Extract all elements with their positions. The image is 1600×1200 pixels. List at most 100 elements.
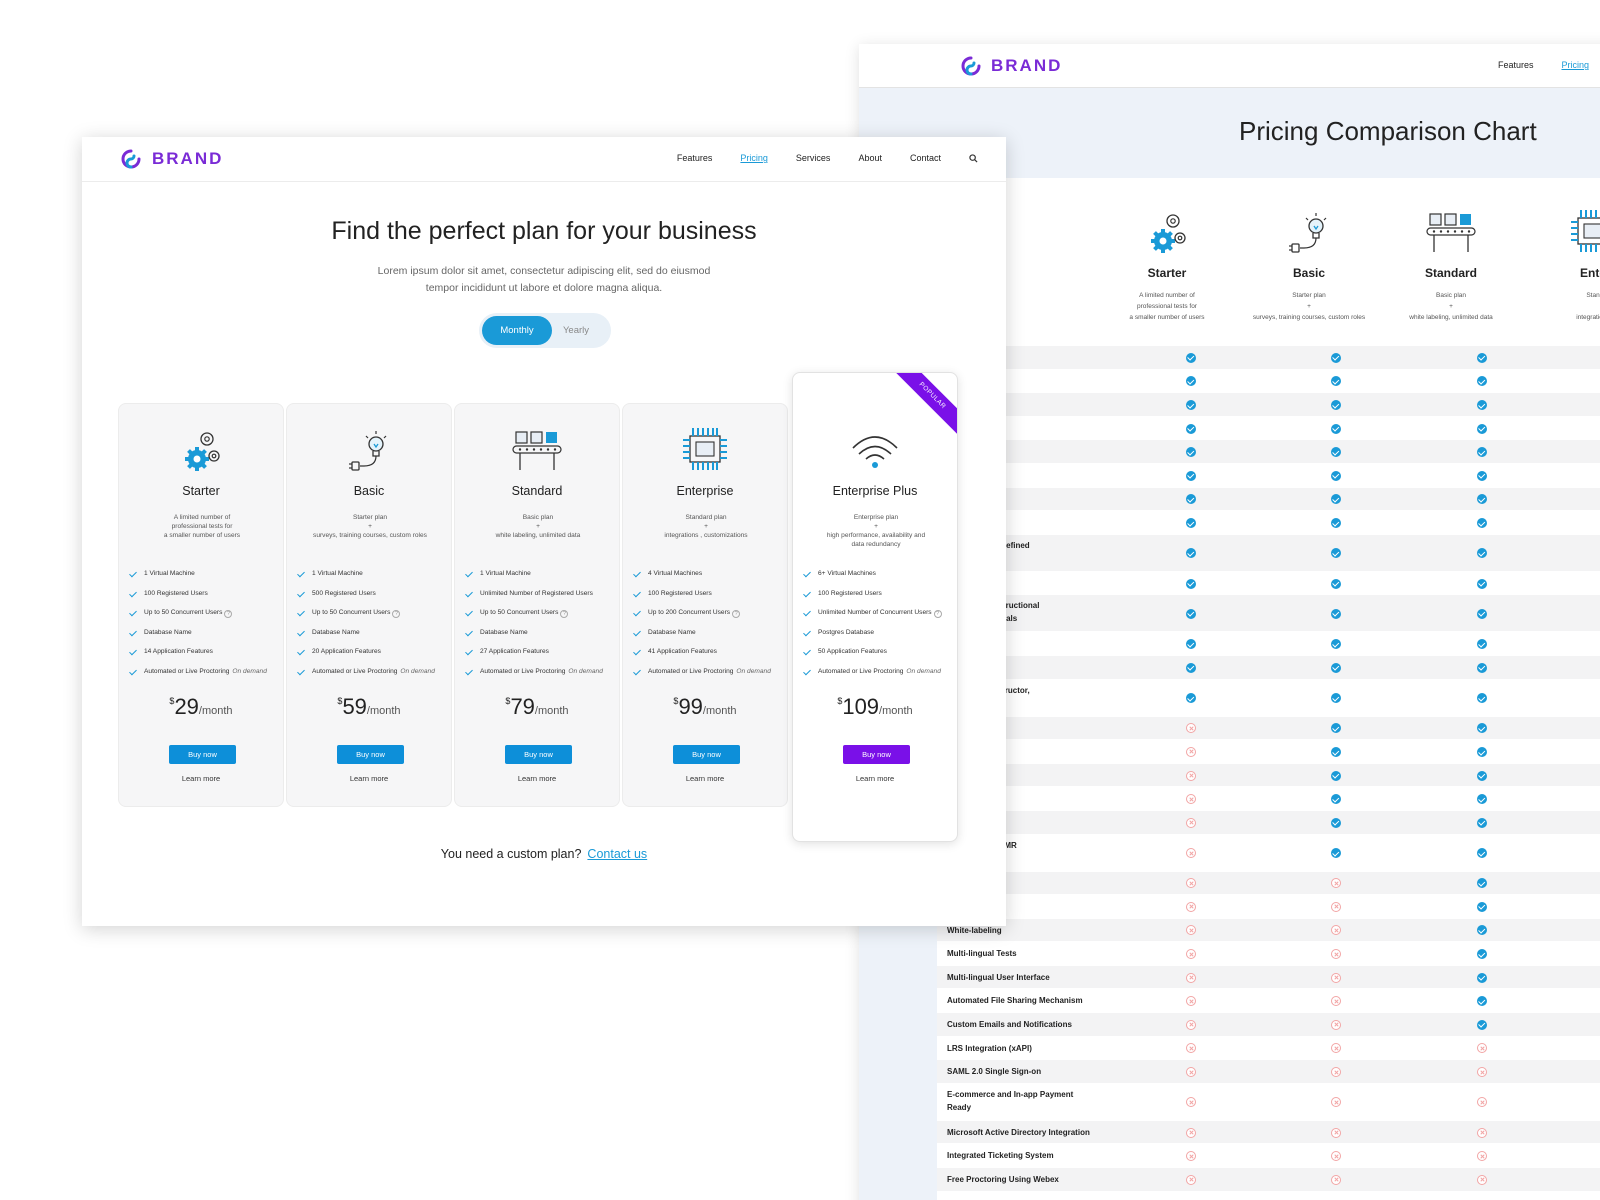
comparison-row [937,740,1600,764]
check-icon [803,608,811,617]
buy-now-button[interactable]: Buy now [505,745,572,764]
lightbulb-icon [287,426,451,476]
help-icon[interactable]: ? [392,610,401,618]
feature-item: 100 Registered Users [633,589,783,609]
cross-circle-icon [1186,1151,1196,1162]
feature-label: SAML 2.0 Single Sign-on [947,1067,1042,1077]
feature-item: Up to 50 Concurrent Users? [129,608,279,628]
check-icon [633,667,641,675]
nav-features[interactable]: Features [677,153,713,163]
cross-circle-icon [1186,1019,1196,1030]
check-circle-icon [1331,494,1341,505]
brand-name: BRAND [152,149,224,168]
learn-more-link[interactable]: Learn more [287,774,451,783]
comparison-plan-description: A limited number of professional tests fo… [1129,292,1205,322]
check-circle-icon [1186,548,1196,559]
nav-services[interactable]: Services [796,153,831,163]
comparison-row: ler [937,871,1600,896]
hero-subtitle-line: Lorem ipsum dolor sit amet, consectetur … [377,265,711,277]
buy-now-button[interactable]: Buy now [673,745,740,764]
learn-more-link[interactable]: Learn more [623,774,787,783]
chip-icon [1523,208,1600,254]
feature-item: 4 Virtual Machines [633,569,783,589]
comparison-row: Reports [937,810,1600,835]
check-circle-icon [1477,639,1487,650]
feature-item: Automated or Live Proctoring On demand [297,667,447,687]
brand-logo[interactable]: BRAND [960,55,1062,77]
cross-circle-icon [1186,848,1196,858]
check-circle-icon [1331,548,1341,559]
cross-circle-icon [1186,878,1196,889]
check-icon [803,667,811,675]
plan-description: Standard plan + integrations , customizati… [664,514,748,539]
help-icon[interactable]: ? [732,610,741,618]
cross-circle-icon [1331,1174,1341,1185]
pricing-header: BRAND Features Pricing Services About Co… [82,137,1006,182]
feature-note: On demand [232,667,267,675]
help-icon[interactable]: ? [560,610,569,618]
feature-label: Automated File Sharing Mechanism [947,996,1083,1006]
check-circle-icon [1477,878,1487,889]
comparison-row: g Scales [937,487,1600,512]
comparison-row: orts [937,787,1600,811]
buy-now-button[interactable]: Buy now [169,745,236,764]
hero-subtitle-line: tempor incididunt ut labore et dolore ma… [425,281,663,294]
comparison-plan-description: Basic plan + white labeling, unlimited dat… [1409,292,1493,322]
pricing-card-enterprise: Enterprise Standard plan + integrations , c… [622,403,788,807]
buy-now-button[interactable]: Buy now [843,745,910,764]
comparison-row: Multi-lingual User Interface [937,965,1600,990]
check-icon [465,589,473,597]
check-circle-icon [1331,352,1341,363]
feature-label: Microsoft Active Directory Integration [947,1127,1090,1137]
help-icon[interactable]: ? [933,610,942,618]
check-icon [633,647,641,656]
nav-features[interactable]: Features [1498,60,1534,70]
comparison-rows: ons(Banks)ignerg Scalesortsport using Pr… [937,346,1600,1192]
check-circle-icon [1331,817,1341,828]
comparison-row: n In-transit [937,632,1600,656]
contact-us-link[interactable]: Contact us [587,847,647,861]
brand-swirl-icon [121,149,141,169]
check-circle-icon [1477,447,1487,458]
brand-swirl-icon [961,56,981,76]
comparison-row: (Banks) [937,417,1600,441]
gears-icon [1097,208,1237,254]
buy-now-button[interactable]: Buy now [337,745,404,764]
check-circle-icon [1186,399,1196,410]
comparison-row: Automated File Sharing Mechanism [937,989,1600,1014]
pricing-card-standard: Standard Basic plan + white labeling, unlim… [454,403,620,807]
cross-circle-icon [1477,1067,1487,1078]
check-circle-icon [1186,517,1196,528]
check-circle-icon [1477,548,1487,559]
nav-pricing[interactable]: Pricing [740,153,768,163]
learn-more-link[interactable]: Learn more [119,774,283,783]
check-circle-icon [1186,352,1196,363]
comparison-row [937,440,1600,464]
nav-contact[interactable]: Contact [910,153,941,163]
custom-plan-prompt: You need a custom plan? Contact us [82,847,1006,861]
comparison-row: ninistrator, Instructor, [937,680,1600,717]
comparison-row: Integrated Ticketing System [937,1144,1600,1169]
learn-more-link[interactable]: Learn more [455,774,619,783]
check-circle-icon [1477,352,1487,363]
feature-item: 14 Application Features [129,647,279,667]
brand-logo[interactable]: BRAND [120,148,223,170]
nav-pricing[interactable]: Pricing [1561,60,1589,70]
billing-monthly-option[interactable]: Monthly [482,316,552,345]
cross-circle-icon [1186,996,1196,1007]
help-icon[interactable]: ? [224,610,233,618]
comparison-row: orts [937,511,1600,535]
check-circle-icon [1186,693,1196,704]
comparison-row: sting [937,655,1600,680]
cross-circle-icon [1331,901,1341,912]
comparison-row: Results from OMR [937,835,1600,872]
comparison-plan-standard: Standard Basic plan + white labeling, unlim… [1381,208,1521,323]
cross-circle-icon [1477,1043,1487,1054]
feature-item: 100 Registered Users [129,589,279,609]
check-circle-icon [1477,517,1487,528]
nav-about[interactable]: About [858,153,882,163]
search-icon[interactable] [969,153,978,163]
feature-item: 41 Application Features [633,647,783,667]
learn-more-link[interactable]: Learn more [793,774,957,783]
check-circle-icon [1331,848,1341,858]
